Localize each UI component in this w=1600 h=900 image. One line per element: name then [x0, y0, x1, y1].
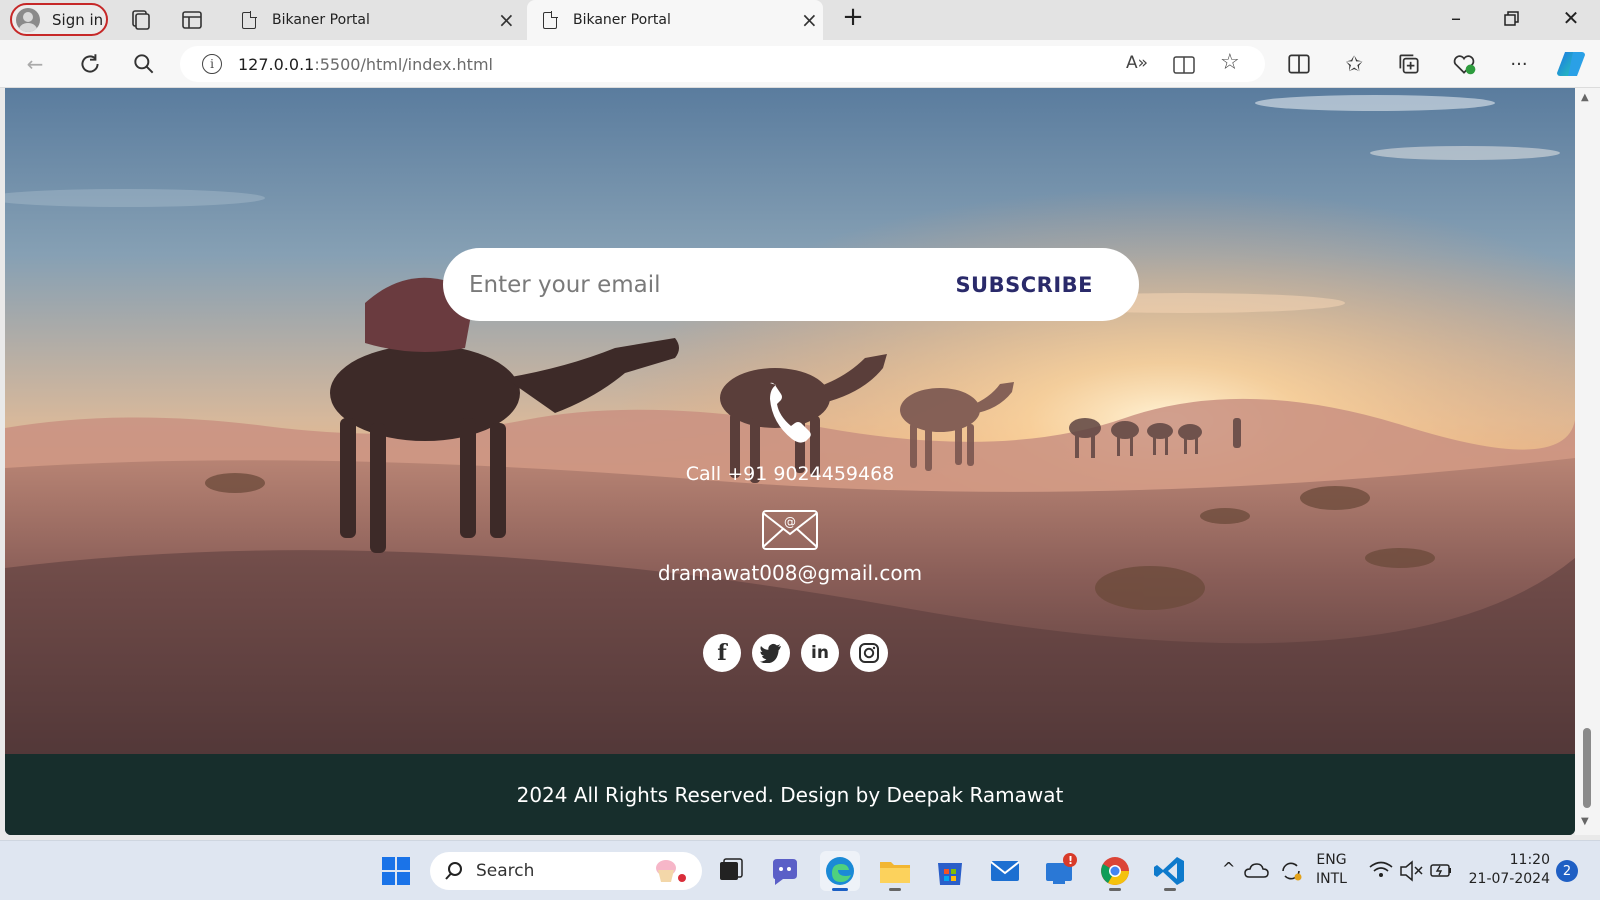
language-indicator[interactable]: ENG INTL [1316, 851, 1347, 889]
tab-bikaner-portal-1[interactable]: Bikaner Portal × [228, 0, 520, 40]
tab-actions-icon[interactable] [180, 8, 204, 32]
search-icon [445, 862, 462, 880]
restore-icon[interactable] [1502, 9, 1522, 29]
phone-text: Call +91 9024459468 [685, 463, 895, 485]
search-icon[interactable] [131, 51, 157, 77]
split-screen-icon[interactable] [1286, 51, 1312, 77]
email-input[interactable] [469, 271, 899, 298]
back-icon[interactable]: ← [22, 51, 48, 77]
scroll-down-arrow-icon[interactable]: ▼ [1581, 816, 1589, 827]
notification-badge[interactable]: 2 [1556, 860, 1578, 882]
page-footer: 2024 All Rights Reserved. Design by Deep… [5, 754, 1575, 835]
file-explorer-icon[interactable] [875, 851, 915, 891]
tab-title: Bikaner Portal [272, 12, 370, 28]
close-tab-icon[interactable]: × [801, 8, 818, 32]
favorites-icon[interactable]: ✩ [1341, 51, 1367, 77]
twitter-icon[interactable] [752, 634, 790, 672]
language-code: ENG [1316, 852, 1347, 868]
windows-start-icon[interactable] [376, 851, 416, 891]
clock-date: 21-07-2024 [1468, 871, 1550, 887]
clock[interactable]: 11:20 21-07-2024 [1466, 851, 1550, 889]
profile-avatar-icon [16, 7, 40, 32]
instagram-icon[interactable] [850, 634, 888, 672]
hero-section: SUBSCRIBE Call +91 9024459468 @ dramawat… [5, 88, 1575, 754]
sign-in-button[interactable]: Sign in [10, 3, 108, 36]
taskbar-search-box[interactable]: Search [430, 852, 702, 890]
onedrive-cloud-icon[interactable] [1244, 851, 1270, 891]
svg-text:!: ! [1068, 854, 1073, 867]
remote-desktop-icon[interactable]: ! [1040, 851, 1080, 891]
edge-browser-icon[interactable] [820, 851, 860, 891]
mail-icon[interactable] [985, 851, 1025, 891]
windows-taskbar: Search ! ^ ENG INTL 11:20 21-07-2024 2 [0, 840, 1600, 900]
close-window-icon[interactable]: ✕ [1556, 6, 1586, 30]
facebook-icon[interactable]: f [703, 634, 741, 672]
email-icon: @ [762, 510, 818, 550]
show-hidden-icons-chevron-icon[interactable]: ^ [1222, 859, 1235, 878]
battery-charging-icon[interactable] [1428, 851, 1454, 891]
immersive-reader-icon[interactable] [1172, 54, 1196, 76]
new-tab-icon[interactable]: + [838, 2, 868, 32]
search-label: Search [476, 861, 535, 881]
workspaces-icon[interactable] [128, 8, 152, 32]
sign-in-label: Sign in [52, 10, 104, 29]
teams-chat-icon[interactable] [765, 851, 805, 891]
subscribe-button[interactable]: SUBSCRIBE [955, 273, 1093, 297]
browser-essentials-icon[interactable] [1451, 51, 1477, 77]
subscribe-form: SUBSCRIBE [443, 248, 1139, 321]
read-aloud-icon[interactable]: A» [1126, 53, 1148, 73]
copilot-icon[interactable] [1556, 49, 1586, 79]
instagram-glyph-icon [859, 643, 879, 663]
footer-copyright: 2024 All Rights Reserved. Design by Deep… [516, 782, 1064, 807]
url-text: 127.0.0.1:5500/html/index.html [238, 54, 493, 74]
microsoft-store-icon[interactable] [930, 851, 970, 891]
minimize-icon[interactable]: – [1441, 6, 1471, 30]
task-view-icon[interactable] [710, 851, 750, 891]
page-icon [543, 10, 558, 29]
close-tab-icon[interactable]: × [498, 8, 515, 32]
browser-tab-strip: Sign in Bikaner Portal × Bikaner Portal … [0, 0, 1600, 40]
phone-icon [770, 382, 811, 443]
page-viewport: SUBSCRIBE Call +91 9024459468 @ dramawat… [5, 88, 1575, 835]
scroll-up-arrow-icon[interactable]: ▲ [1581, 92, 1589, 103]
sync-icon[interactable] [1278, 851, 1304, 891]
keyboard-layout: INTL [1316, 871, 1347, 887]
search-highlight-icon [656, 860, 686, 882]
email-text: dramawat008@gmail.com [657, 561, 923, 585]
browser-toolbar: ← i 127.0.0.1:5500/html/index.html A» ☆ … [0, 40, 1600, 88]
social-links: f in [703, 634, 888, 672]
twitter-bird-icon [760, 644, 781, 663]
volume-muted-icon[interactable] [1398, 851, 1424, 891]
collections-icon[interactable] [1396, 51, 1422, 77]
svg-text:@: @ [784, 515, 796, 529]
refresh-icon[interactable] [77, 51, 103, 77]
page-icon [242, 10, 257, 29]
tab-title: Bikaner Portal [573, 12, 671, 28]
tab-bikaner-portal-2[interactable]: Bikaner Portal × [527, 0, 823, 40]
scrollbar-thumb[interactable] [1583, 728, 1591, 808]
page-scrollbar[interactable]: ▲ ▼ [1575, 88, 1600, 835]
vscode-icon[interactable] [1150, 851, 1190, 891]
site-info-icon[interactable]: i [202, 54, 222, 74]
linkedin-icon[interactable]: in [801, 634, 839, 672]
more-menu-icon[interactable]: ··· [1506, 51, 1532, 77]
clock-time: 11:20 [1509, 852, 1550, 868]
chrome-icon[interactable] [1095, 851, 1135, 891]
wifi-icon[interactable] [1368, 851, 1394, 891]
favorite-star-icon[interactable]: ☆ [1220, 50, 1240, 75]
address-bar[interactable]: i 127.0.0.1:5500/html/index.html A» ☆ [180, 46, 1265, 82]
